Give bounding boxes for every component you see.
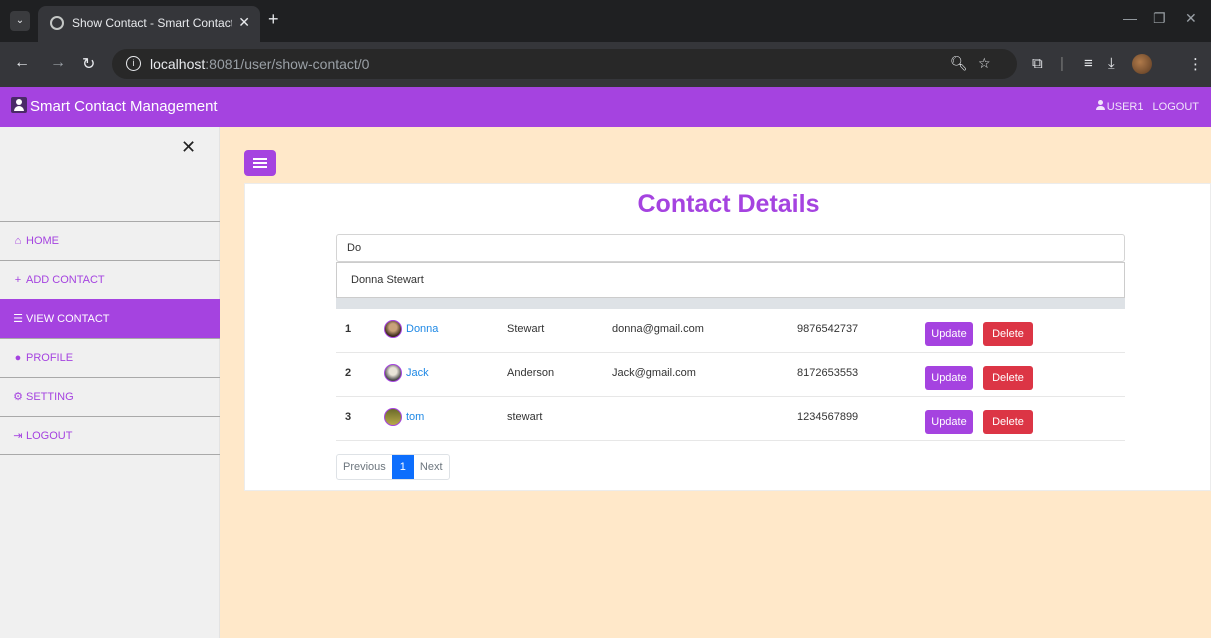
contact-email: Jack@gmail.com [612,367,696,379]
home-icon: ⌂ [14,235,22,247]
user-icon [1095,100,1105,110]
table-row: 3 tom stewart 1234567899 Update Delete [336,397,1125,441]
tab-title: Show Contact - Smart Contact M [72,16,232,30]
minimize-icon[interactable]: — [1123,10,1137,26]
delete-button[interactable]: Delete [983,410,1033,434]
extensions-icon[interactable]: ⧉ [1032,55,1043,72]
sidebar-item-home[interactable]: ⌂ HOME [0,221,220,260]
bookmark-star-icon[interactable]: ☆ [978,55,991,72]
info-icon[interactable]: i [126,56,141,71]
contact-avatar [384,408,402,426]
navbar-user[interactable]: USER1 [1095,100,1143,113]
pagination-page-1[interactable]: 1 [391,455,414,479]
window-close-icon[interactable]: ✕ [1185,10,1197,27]
table-row: 2 Jack Anderson Jack@gmail.com 817265355… [336,353,1125,397]
reading-list-icon[interactable]: ≡ [1084,55,1093,72]
plus-icon: + [14,274,22,286]
reload-icon[interactable]: ↻ [82,54,95,74]
table-row: 1 Donna Stewart donna@gmail.com 98765427… [336,309,1125,353]
page-title: Contact Details [637,190,820,218]
contact-avatar [384,320,402,338]
tab-search-icon[interactable]: ⌄ [10,11,30,31]
download-icon[interactable]: ⤓ [1108,55,1115,72]
sidebar-item-profile[interactable]: ● PROFILE [0,338,220,377]
navbar-right: USER1 LOGOUT [1090,100,1199,113]
search-suggestions: Donna Stewart [336,262,1125,298]
sidebar-item-logout[interactable]: ⇥ LOGOUT [0,416,220,455]
contact-avatar [384,364,402,382]
menu-toggle-button[interactable] [244,150,276,176]
sidebar-item-add-contact[interactable]: + ADD CONTACT [0,260,220,299]
browser-toolbar: ← → ↻ i localhost:8081/user/show-contact… [0,42,1211,87]
contact-name-link[interactable]: Donna [406,323,438,335]
contact-card-icon [11,97,27,113]
address-bar[interactable]: i localhost:8081/user/show-contact/0 🔍︎ … [112,49,1017,79]
sidebar: ✕ ⌂ HOME + ADD CONTACT ☰ VIEW CONTACT ● PROF… [0,127,220,638]
tab-close-icon[interactable]: ✕ [238,14,250,31]
suggestion-item[interactable]: Donna Stewart [351,274,424,286]
contact-email: donna@gmail.com [612,323,704,335]
row-index: 2 [345,367,352,379]
new-tab-icon[interactable]: + [268,9,279,30]
update-button[interactable]: Update [925,322,973,346]
pagination: Previous 1 Next [336,454,450,480]
update-button[interactable]: Update [925,366,973,390]
contact-phone: 9876542737 [797,323,859,335]
sign-out-icon: ⇥ [13,430,23,442]
restore-icon[interactable]: ❐ [1153,10,1166,27]
brand-title[interactable]: Smart Contact Management [30,98,218,115]
contact-name-link[interactable]: tom [406,411,424,423]
url-text: localhost:8081/user/show-contact/0 [150,56,370,72]
forward-icon[interactable]: → [50,54,66,72]
sidebar-item-setting[interactable]: ⚙ SETTING [0,377,220,416]
globe-icon [50,16,64,30]
zoom-icon[interactable]: 🔍︎ [950,55,968,72]
contact-last-name: stewart [507,411,543,423]
sidebar-close-icon[interactable]: ✕ [181,137,196,158]
contact-phone: 8172653553 [797,367,859,379]
row-index: 1 [345,323,352,335]
app-navbar: Smart Contact Management USER1 LOGOUT [0,87,1211,127]
list-icon: ☰ [13,313,23,325]
contact-card: Contact Details Donna Stewart 1 Donna St… [244,183,1211,491]
browser-tab[interactable]: Show Contact - Smart Contact M ✕ [38,6,260,42]
kebab-menu-icon[interactable]: ⋮ [1188,55,1203,73]
pagination-next[interactable]: Next [414,455,449,479]
delete-button[interactable]: Delete [983,366,1033,390]
browser-tab-bar: ⌄ Show Contact - Smart Contact M ✕ + — ❐… [0,0,1211,42]
gear-icon: ⚙ [13,391,23,403]
pagination-previous[interactable]: Previous [337,455,392,479]
profile-avatar-icon[interactable] [1132,54,1152,74]
user-icon: ● [14,352,22,364]
contact-name-link[interactable]: Jack [406,367,429,379]
table-header [336,298,1125,309]
delete-button[interactable]: Delete [983,322,1033,346]
row-index: 3 [345,411,352,423]
contact-last-name: Stewart [507,323,545,335]
contact-last-name: Anderson [507,367,555,379]
update-button[interactable]: Update [925,410,973,434]
search-input[interactable] [336,234,1125,262]
back-icon[interactable]: ← [14,54,30,72]
navbar-logout-link[interactable]: LOGOUT [1153,101,1199,113]
sidebar-menu: ⌂ HOME + ADD CONTACT ☰ VIEW CONTACT ● PROFIL… [0,221,220,455]
sidebar-item-view-contact[interactable]: ☰ VIEW CONTACT [0,299,220,338]
toolbar-divider: | [1060,55,1064,72]
contact-phone: 1234567899 [797,411,859,423]
